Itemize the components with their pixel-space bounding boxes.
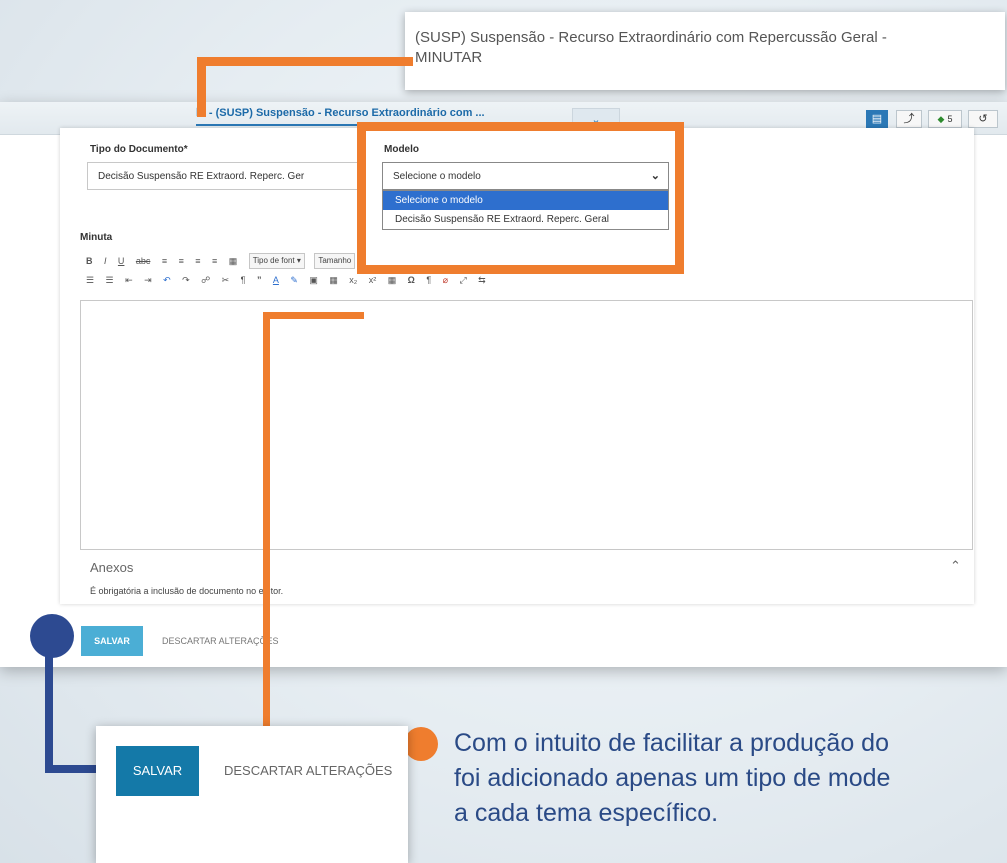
align-justify-icon[interactable]: ≡ [212, 253, 217, 269]
share-button[interactable]: ⤴ [896, 110, 922, 128]
tooltip-line-2: MINUTAR [415, 49, 483, 66]
anexos-title: Anexos [90, 560, 134, 575]
superscript-icon[interactable]: x² [369, 272, 377, 288]
document-view-button[interactable]: ▤ [866, 110, 888, 128]
share-icon: ⤴ [903, 113, 915, 125]
tag-icon: ◆ [937, 114, 945, 124]
blue-callout-connector [45, 765, 103, 773]
table-icon[interactable]: ▦ [329, 272, 338, 288]
zoomed-discard-button[interactable]: DESCARTAR ALTERAÇÕES [224, 746, 392, 796]
zoomed-save-button[interactable]: SALVAR [116, 746, 199, 796]
fullscreen-icon[interactable]: ⤢ [460, 272, 467, 288]
paragraph-icon[interactable]: ¶ [241, 272, 246, 288]
tipo-documento-label: Tipo do Documento* [90, 144, 188, 155]
anexos-section: Anexos ⌃ É obrigatória a inclusão de doc… [80, 550, 973, 602]
eraser-icon[interactable]: ⌀ [443, 272, 448, 288]
tooltip-line-1: (SUSP) Suspensão - Recurso Extraordinári… [415, 29, 887, 46]
caption-text: Com o intuito de facilitar a produção do… [454, 726, 1007, 831]
format-icon[interactable]: ▦ [229, 253, 238, 269]
indent-icon[interactable]: ⇥ [144, 272, 152, 288]
bullet-list-icon[interactable]: ☰ [86, 272, 94, 288]
caption-line: a cada tema específico. [454, 799, 719, 827]
modelo-highlight-frame [357, 122, 684, 274]
document-tab-title[interactable]: ☐ - (SUSP) Suspensão - Recurso Extraordi… [196, 106, 485, 119]
orange-callout-dot [404, 727, 438, 761]
align-left-icon[interactable]: ≡ [162, 253, 167, 269]
image-icon[interactable]: ▣ [309, 272, 318, 288]
highlight-color-icon[interactable]: ✎ [290, 272, 298, 288]
discard-changes-button[interactable]: DESCARTAR ALTERAÇÕES [162, 626, 279, 656]
italic-icon[interactable]: I [104, 253, 107, 269]
history-icon: ↺ [978, 113, 988, 125]
underline-icon[interactable]: U [118, 253, 125, 269]
align-right-icon[interactable]: ≡ [195, 253, 200, 269]
orange-callout-connector [263, 312, 270, 748]
orange-callout-connector [197, 57, 413, 66]
minuta-label: Minuta [80, 232, 113, 243]
link-icon[interactable]: ☍ [201, 272, 210, 288]
save-button[interactable]: SALVAR [81, 626, 143, 656]
zoomed-buttons-card: SALVAR DESCARTAR ALTERAÇÕES [96, 726, 408, 863]
undo-icon[interactable]: ↶ [163, 272, 171, 288]
document-icon: ▤ [871, 113, 883, 125]
font-size-combo[interactable]: Tamanho [314, 252, 356, 269]
anexos-note: É obrigatória a inclusão de documento no… [90, 586, 284, 596]
caption-line: Com o intuito de facilitar a produção do [454, 729, 889, 757]
omega-icon[interactable]: Ω [408, 272, 415, 288]
text-color-icon[interactable]: A [273, 272, 279, 288]
tags-button[interactable]: ◆ 5 [928, 110, 962, 128]
strikethrough-icon[interactable]: abc [136, 253, 151, 269]
numbered-list-icon[interactable]: ☰ [106, 272, 114, 288]
blue-callout-dot [30, 614, 74, 658]
tag-count: 5 [947, 114, 953, 124]
caption-line: foi adicionado apenas um tipo de mode [454, 764, 891, 792]
history-button[interactable]: ↺ [968, 110, 998, 128]
subscript-icon[interactable]: x₂ [349, 272, 357, 288]
editor-toolbar-row-1: B I U abc ≡ ≡ ≡ ≡ ▦ Tipo de font ▾ Taman… [86, 252, 360, 270]
bold-icon[interactable]: B [86, 253, 93, 269]
unlink-icon[interactable]: ✂ [222, 272, 230, 288]
align-center-icon[interactable]: ≡ [179, 253, 184, 269]
grid-icon[interactable]: ▦ [388, 272, 397, 288]
outdent-icon[interactable]: ⇤ [125, 272, 133, 288]
pilcrow-icon[interactable]: ¶ [426, 272, 431, 288]
font-family-combo[interactable]: Tipo de font ▾ [248, 252, 305, 269]
blockquote-icon[interactable]: ” [257, 272, 262, 288]
orange-callout-connector [263, 312, 364, 319]
chevron-up-icon[interactable]: ⌃ [950, 558, 961, 574]
editor-content-area[interactable] [80, 300, 973, 550]
text-direction-icon[interactable]: ⇆ [478, 272, 486, 288]
orange-callout-connector [197, 57, 206, 117]
tooltip-card: (SUSP) Suspensão - Recurso Extraordinári… [405, 12, 1005, 90]
redo-icon[interactable]: ↷ [182, 272, 190, 288]
tipo-documento-input[interactable]: Decisão Suspensão RE Extraord. Reperc. G… [87, 162, 366, 190]
blue-callout-connector [45, 650, 53, 772]
